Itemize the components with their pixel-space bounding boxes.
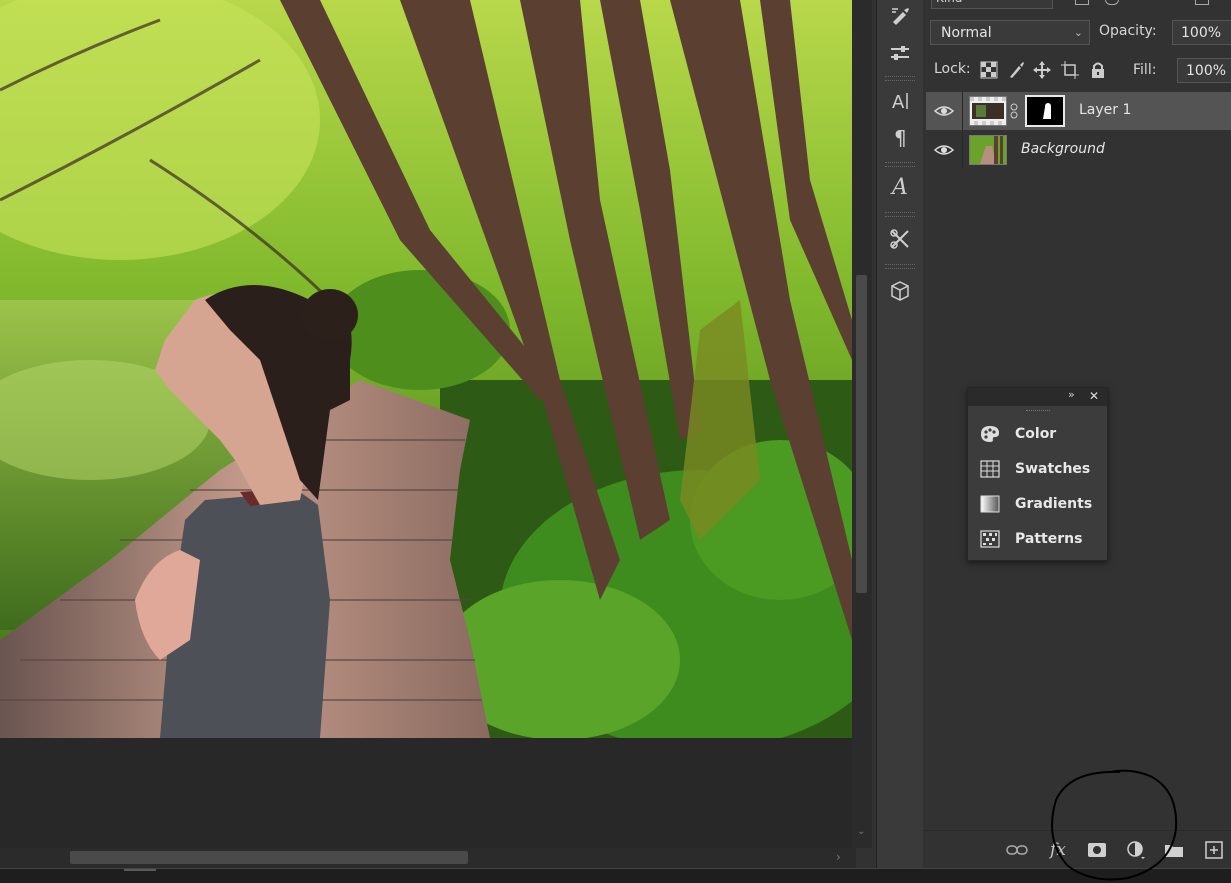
layers-panel-footer: fx (923, 830, 1231, 869)
fx-icon[interactable]: fx (1047, 840, 1069, 860)
sliders-icon[interactable] (883, 36, 917, 70)
lock-all-icon[interactable] (1089, 61, 1107, 79)
layer-thumbnail (969, 96, 1007, 126)
link-icon[interactable] (1006, 840, 1028, 860)
palette-icon (980, 425, 1000, 443)
panel-item-label: Color (1015, 426, 1057, 442)
patterns-icon (980, 530, 1000, 548)
opacity-label: Opacity: (1099, 23, 1157, 39)
vertical-scrollbar[interactable]: ⌄ (852, 0, 872, 848)
fill-label: Fill: (1133, 62, 1157, 78)
layer-thumbnail (969, 135, 1007, 165)
scroll-down-arrow-icon[interactable]: ⌄ (857, 826, 865, 837)
layer-row-background[interactable]: Background (926, 131, 1231, 169)
svg-text:¶: ¶ (894, 126, 907, 148)
paragraph-icon[interactable]: ¶ (883, 120, 917, 154)
floating-panel-group[interactable]: » ✕ Color Swatches Gradients Patterns (967, 387, 1108, 561)
vertical-scroll-thumb[interactable] (856, 275, 867, 593)
group-folder-icon[interactable] (1163, 840, 1185, 860)
tool-presets-icon[interactable] (883, 222, 917, 256)
chain-link-icon[interactable] (1009, 103, 1019, 119)
filter-smart-object-icon[interactable] (1195, 0, 1209, 5)
eye-visibility-icon[interactable] (933, 103, 955, 119)
panel-tool-strip: A ¶ A (876, 0, 924, 868)
panel-item-label: Swatches (1015, 461, 1091, 477)
grid-swatches-icon (980, 460, 1000, 478)
document-canvas-area[interactable]: ⌄ (0, 0, 872, 848)
opacity-field[interactable]: 100% (1172, 20, 1231, 45)
blend-mode-value: Normal (941, 25, 992, 41)
lock-artboard-icon[interactable] (1061, 61, 1079, 79)
collapse-icon[interactable]: » (1068, 388, 1075, 401)
status-strip (0, 868, 1231, 883)
kind-filter-dropdown[interactable]: Kind (931, 0, 1053, 9)
svg-text:A: A (892, 92, 905, 112)
panel-item-label: Patterns (1015, 531, 1083, 547)
scroll-right-arrow-icon[interactable]: › (836, 850, 841, 864)
floating-panel-header[interactable]: » ✕ (968, 388, 1107, 406)
add-mask-icon[interactable] (1086, 840, 1108, 860)
layer-mask-thumbnail[interactable] (1025, 95, 1065, 127)
close-icon[interactable]: ✕ (1089, 389, 1099, 403)
lock-transparent-pixels-icon[interactable] (980, 61, 998, 79)
filter-adjustment-icon[interactable] (1105, 0, 1119, 5)
glyphs-icon[interactable]: A (883, 170, 917, 204)
fill-field[interactable]: 100% (1177, 58, 1231, 83)
chevron-down-icon: ⌄ (1073, 26, 1083, 39)
layer-name[interactable]: Layer 1 (1079, 102, 1131, 118)
panel-item-patterns[interactable]: Patterns (978, 526, 1103, 552)
forest-boardwalk-photo (0, 0, 852, 738)
eye-visibility-icon[interactable] (933, 142, 955, 158)
document-image[interactable] (0, 0, 852, 738)
adjustment-layer-icon[interactable] (1125, 840, 1147, 860)
lock-position-icon[interactable] (1033, 61, 1051, 79)
horizontal-scrollbar[interactable]: › (0, 848, 856, 868)
lock-image-pixels-icon[interactable] (1007, 61, 1025, 79)
panel-item-swatches[interactable]: Swatches (978, 456, 1103, 482)
panel-item-color[interactable]: Color (978, 421, 1103, 447)
layer-row-layer-1[interactable]: Layer 1 (926, 92, 1231, 130)
lock-label: Lock: (934, 61, 971, 77)
new-layer-icon[interactable] (1203, 840, 1225, 860)
filter-pixel-icon[interactable] (1075, 0, 1089, 5)
brush-icon[interactable] (883, 0, 917, 34)
horizontal-scroll-thumb[interactable] (70, 851, 468, 864)
layer-name[interactable]: Background (1021, 141, 1105, 157)
gradient-icon (980, 495, 1000, 513)
panel-item-label: Gradients (1015, 496, 1093, 512)
3d-cube-icon[interactable] (883, 274, 917, 308)
character-icon[interactable]: A (883, 84, 917, 118)
blend-mode-dropdown[interactable]: Normal ⌄ (930, 20, 1090, 45)
panel-item-gradients[interactable]: Gradients (978, 491, 1103, 517)
drag-grip-icon[interactable] (1026, 410, 1050, 414)
